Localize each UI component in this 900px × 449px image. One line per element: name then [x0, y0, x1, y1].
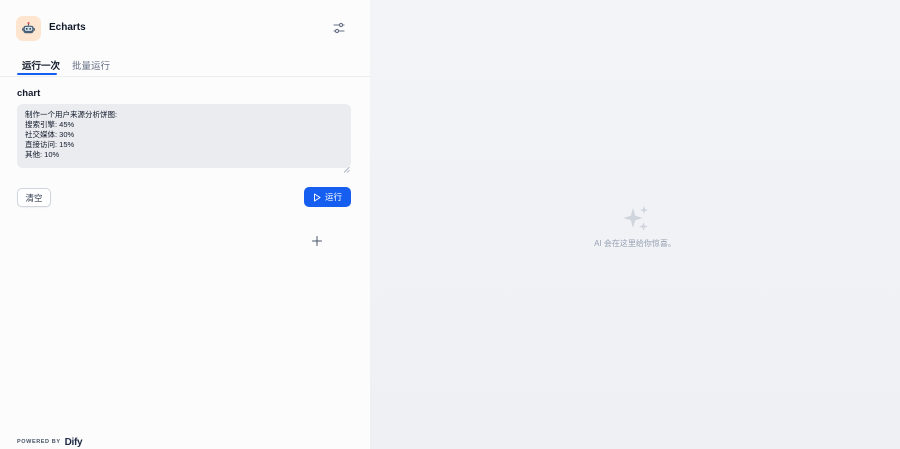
sparkles-icon: [621, 205, 651, 233]
app-title: Echarts: [49, 22, 86, 33]
chart-textarea[interactable]: 制作一个用户来源分析饼图: 搜索引擎: 45% 社交媒体: 30% 直接访问: …: [17, 104, 351, 168]
field-label-chart: chart: [17, 88, 41, 99]
empty-state-text: AI 会在这里给你惊喜。: [594, 239, 676, 248]
resize-handle-icon[interactable]: [343, 160, 350, 173]
powered-by-label: POWERED BY: [17, 439, 61, 445]
mode-tabs: 运行一次 批量运行: [0, 52, 370, 77]
clear-button[interactable]: 清空: [17, 188, 51, 207]
tab-batch-run[interactable]: 批量运行: [72, 58, 110, 72]
dify-logo: Dify: [64, 436, 83, 448]
robot-icon: [16, 16, 41, 41]
run-button[interactable]: 运行: [304, 187, 351, 207]
add-icon[interactable]: [311, 234, 323, 246]
footer-branding: POWERED BY Dify: [17, 436, 83, 448]
active-tab-indicator: [17, 73, 57, 75]
play-icon: [313, 193, 321, 201]
run-button-label: 运行: [324, 192, 342, 202]
tab-run-once[interactable]: 运行一次: [22, 58, 60, 72]
settings-sliders-icon[interactable]: [332, 21, 348, 37]
app-header: Echarts: [16, 16, 354, 42]
left-panel: Echarts 运行一次 批量运行 chart 制作一个用户来源分析饼图: 搜索…: [0, 0, 370, 449]
